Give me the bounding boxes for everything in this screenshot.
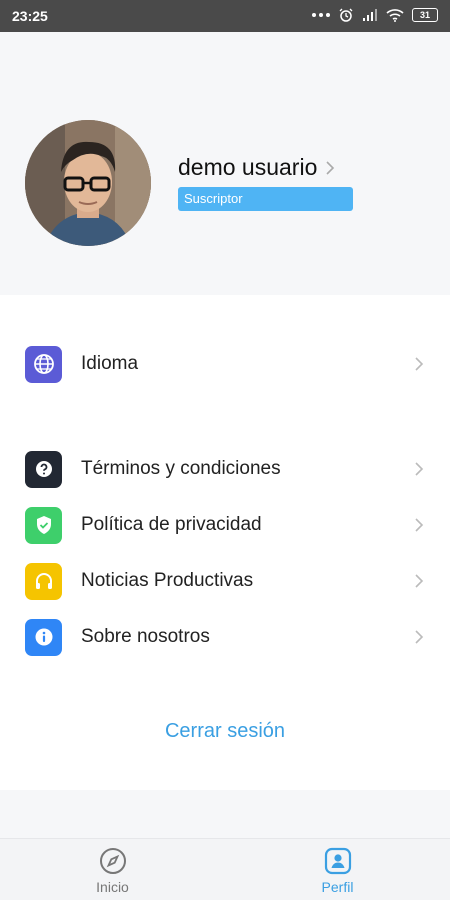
status-bar: 23:25 31 (0, 0, 450, 32)
menu-item-terminos[interactable]: Términos y condiciones (0, 443, 450, 495)
tab-label: Inicio (96, 879, 129, 895)
avatar[interactable] (25, 120, 151, 246)
signal-icon (363, 9, 377, 21)
tab-perfil[interactable]: Perfil (225, 839, 450, 900)
settings-menu: Idioma Términos y condiciones Política d… (0, 295, 450, 790)
menu-label: Idioma (81, 353, 139, 374)
shield-icon (25, 506, 62, 544)
alarm-icon (339, 8, 353, 22)
menu-label: Sobre nosotros (81, 626, 210, 647)
chevron-right-icon (415, 462, 424, 476)
menu-item-noticias[interactable]: Noticias Productivas (0, 555, 450, 607)
tab-label: Perfil (321, 879, 354, 895)
headphones-icon (25, 562, 62, 600)
bottom-nav: Inicio Perfil (0, 838, 450, 900)
status-time: 23:25 (12, 8, 48, 24)
menu-label: Política de privacidad (81, 514, 262, 535)
chevron-right-icon (415, 357, 424, 371)
status-badge: Suscriptor (178, 187, 353, 211)
profile-header: demo usuario Suscriptor (0, 32, 450, 295)
compass-icon (99, 848, 126, 874)
battery-icon: 31 (412, 8, 438, 22)
user-name: demo usuario (178, 154, 318, 180)
more-dots-icon (312, 13, 330, 17)
user-name-link[interactable]: demo usuario (178, 154, 335, 181)
menu-item-sobre-nosotros[interactable]: Sobre nosotros (0, 611, 450, 663)
chevron-right-icon (326, 160, 335, 175)
status-icons: 31 (312, 7, 438, 23)
logout-button[interactable]: Cerrar sesión (0, 720, 450, 743)
info-icon (25, 618, 62, 656)
menu-item-idioma[interactable]: Idioma (0, 338, 450, 390)
question-icon (25, 450, 62, 488)
chevron-right-icon (415, 518, 424, 532)
menu-label: Noticias Productivas (81, 570, 254, 591)
menu-label: Términos y condiciones (81, 458, 281, 479)
profile-icon (324, 847, 351, 875)
wifi-icon (386, 9, 404, 22)
tab-inicio[interactable]: Inicio (0, 839, 225, 900)
menu-item-privacidad[interactable]: Política de privacidad (0, 499, 450, 551)
chevron-right-icon (415, 630, 424, 644)
chevron-right-icon (415, 574, 424, 588)
globe-icon (25, 345, 62, 383)
